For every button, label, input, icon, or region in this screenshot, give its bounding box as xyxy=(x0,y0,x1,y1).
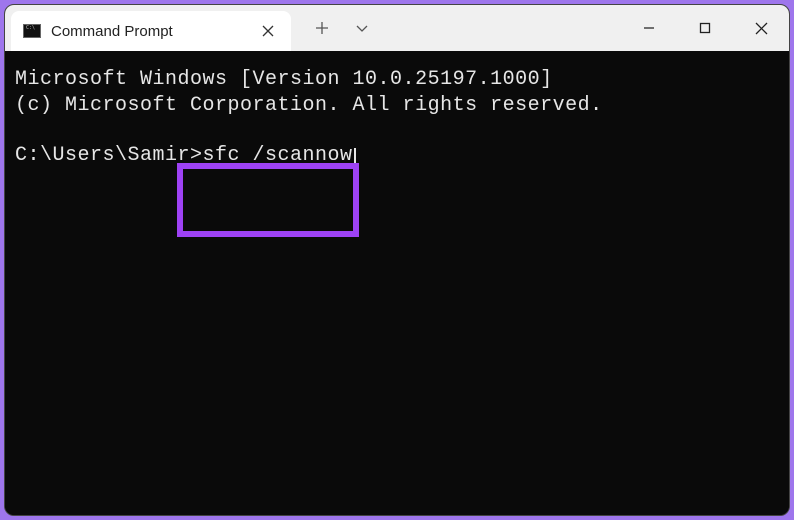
window-controls xyxy=(621,5,789,51)
terminal-viewport[interactable]: Microsoft Windows [Version 10.0.25197.10… xyxy=(5,51,789,515)
typed-command: sfc /scannow xyxy=(203,144,353,167)
minimize-icon xyxy=(642,21,656,35)
tab-dropdown-button[interactable] xyxy=(345,11,379,45)
prompt-prefix: C:\Users\Samir> xyxy=(15,144,203,167)
tab-close-button[interactable] xyxy=(255,18,281,44)
plus-icon xyxy=(315,21,329,35)
tab-actions xyxy=(291,5,379,51)
close-icon xyxy=(262,25,274,37)
new-tab-button[interactable] xyxy=(305,11,339,45)
cmd-icon: C:\ xyxy=(23,24,41,38)
titlebar: C:\ Command Prompt xyxy=(5,5,789,51)
titlebar-drag-area[interactable] xyxy=(379,5,621,51)
terminal-output-line: Microsoft Windows [Version 10.0.25197.10… xyxy=(15,67,779,93)
close-icon xyxy=(755,22,768,35)
chevron-down-icon xyxy=(355,21,369,35)
close-window-button[interactable] xyxy=(733,5,789,51)
text-cursor xyxy=(354,148,356,170)
terminal-prompt-line: C:\Users\Samir>sfc /scannow xyxy=(15,143,779,169)
tab-command-prompt[interactable]: C:\ Command Prompt xyxy=(11,11,291,51)
annotation-highlight-box xyxy=(177,163,359,237)
tab-title: Command Prompt xyxy=(51,23,245,40)
maximize-button[interactable] xyxy=(677,5,733,51)
app-window: C:\ Command Prompt xyxy=(4,4,790,516)
minimize-button[interactable] xyxy=(621,5,677,51)
maximize-icon xyxy=(699,22,711,34)
terminal-output-line: (c) Microsoft Corporation. All rights re… xyxy=(15,93,779,119)
